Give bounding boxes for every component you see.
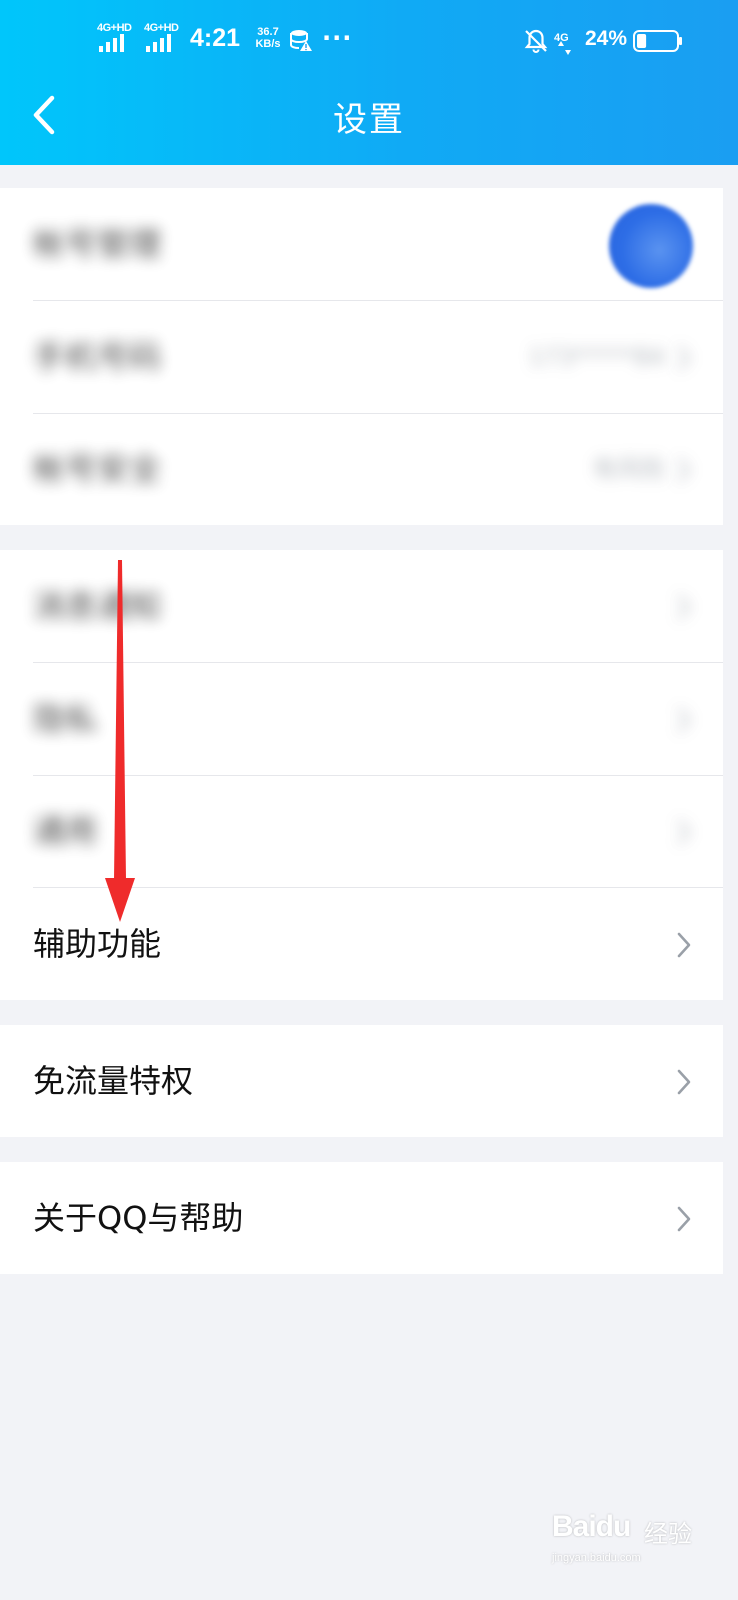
chevron-right-icon (677, 457, 691, 483)
annotation-arrow (105, 560, 135, 922)
chevron-right-icon (677, 594, 691, 620)
data-arrows-icon (558, 41, 571, 55)
chevron-right-icon (677, 1206, 691, 1232)
page-title: 设置 (333, 100, 405, 140)
settings-group-account: 帐号管理 手机号码 173*****84 帐号安全 有风险 (0, 188, 723, 525)
network-speed: 36.7 KB/s (250, 26, 286, 50)
sim2-label: 4G+HD (144, 22, 179, 34)
row-label: 免流量特权 (33, 1062, 194, 1100)
settings-row-account-management[interactable]: 帐号管理 (0, 188, 723, 300)
battery-percent: 24% (585, 27, 628, 50)
row-value: 有风险 (593, 455, 665, 483)
settings-group-free-data: 免流量特权 (0, 1025, 723, 1137)
watermark-url: jingyan.baidu.com (552, 1552, 641, 1564)
signal-icon (99, 34, 124, 52)
settings-row-account-security[interactable]: 帐号安全 有风险 (0, 413, 723, 525)
signal-icon (146, 34, 171, 52)
settings-row-about-qq-help[interactable]: 关于QQ与帮助 (0, 1162, 723, 1274)
chevron-right-icon (677, 707, 691, 733)
status-bar: 4G+HD 4G+HD 4:21 36.7 KB/s ··· 4G 24% (0, 20, 738, 64)
speed-unit: KB/s (255, 38, 281, 50)
row-label: 隐私 (33, 700, 98, 738)
row-label: 关于QQ与帮助 (33, 1199, 244, 1237)
more-notifications: ··· (322, 24, 353, 52)
header-bar: 4G+HD 4G+HD 4:21 36.7 KB/s ··· 4G 24% 设置 (0, 0, 738, 165)
row-value: 173*****84 (528, 343, 665, 371)
mobile-network: 4G (554, 26, 580, 56)
row-label: 帐号安全 (33, 450, 162, 488)
speed-value: 36.7 (257, 26, 279, 38)
row-label: 手机号码 (33, 338, 162, 376)
settings-row-phone-number[interactable]: 手机号码 173*****84 (0, 301, 723, 413)
row-label: 通用 (33, 812, 98, 850)
chevron-right-icon (677, 345, 691, 371)
watermark-cn: 经验 (644, 1520, 692, 1548)
settings-row-free-data-privilege[interactable]: 免流量特权 (0, 1025, 723, 1137)
sim1-label: 4G+HD (97, 22, 132, 34)
chevron-right-icon (677, 1069, 691, 1095)
sim1-signal: 4G+HD (97, 22, 137, 56)
settings-group-about: 关于QQ与帮助 (0, 1162, 723, 1274)
chevron-right-icon (677, 932, 691, 958)
bell-off-icon (524, 29, 548, 53)
avatar (609, 204, 693, 288)
watermark-brand: Baidu (552, 1510, 631, 1543)
data-usage-icon (290, 30, 312, 51)
status-time: 4:21 (190, 24, 241, 52)
sim2-signal: 4G+HD (144, 22, 184, 56)
chevron-right-icon (677, 819, 691, 845)
baidu-watermark: Baidu 经验 jingyan.baidu.com (552, 1510, 692, 1570)
battery-icon (633, 30, 682, 52)
row-label: 帐号管理 (33, 225, 162, 263)
